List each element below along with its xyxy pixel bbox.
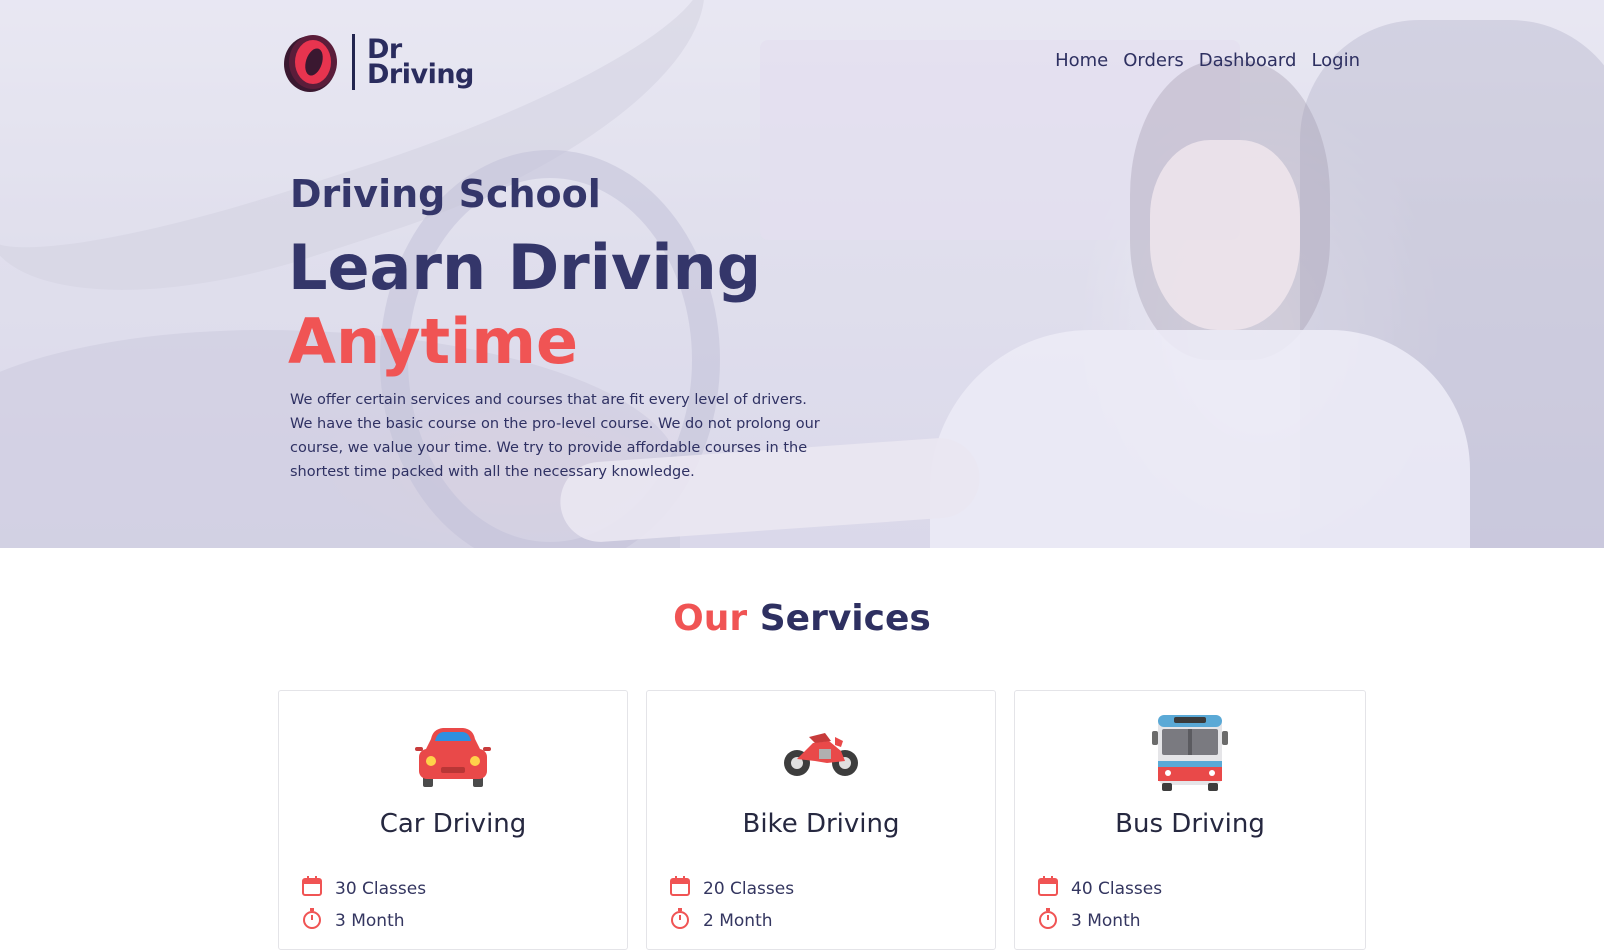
car-icon bbox=[411, 711, 495, 795]
service-classes-text: 20 Classes bbox=[703, 878, 795, 899]
service-duration-text: 2 Month bbox=[703, 910, 773, 931]
service-card-title: Bike Driving bbox=[742, 809, 900, 839]
service-classes-text: 40 Classes bbox=[1071, 878, 1163, 899]
calendar-icon bbox=[1037, 875, 1059, 902]
logo-divider bbox=[352, 34, 355, 90]
service-duration: 3 Month bbox=[301, 907, 405, 934]
hero-section: Dr Driving Home Orders Dashboard Login D… bbox=[0, 0, 1604, 548]
services-heading: Our Services bbox=[0, 598, 1604, 639]
brand-line-2: Driving bbox=[367, 59, 474, 90]
main-nav: Home Orders Dashboard Login bbox=[1055, 50, 1360, 71]
stopwatch-icon bbox=[1037, 907, 1059, 934]
nav-orders[interactable]: Orders bbox=[1123, 50, 1184, 71]
nav-dashboard[interactable]: Dashboard bbox=[1199, 50, 1297, 71]
service-duration-text: 3 Month bbox=[335, 910, 405, 931]
service-classes: 30 Classes bbox=[301, 875, 426, 902]
service-card-title: Car Driving bbox=[379, 809, 527, 839]
service-classes: 40 Classes bbox=[1037, 875, 1162, 902]
brand-name: Dr Driving bbox=[367, 36, 474, 90]
service-card-car[interactable]: Car Driving 30 Classes 3 Month bbox=[278, 690, 628, 950]
services-heading-rest: Services bbox=[759, 598, 931, 639]
services-cards: Car Driving 30 Classes 3 Month Bike Driv… bbox=[278, 690, 1366, 950]
service-classes-text: 30 Classes bbox=[335, 878, 427, 899]
nav-home[interactable]: Home bbox=[1055, 50, 1108, 71]
hero-subtitle: Driving School bbox=[290, 172, 601, 216]
stopwatch-icon bbox=[669, 907, 691, 934]
service-card-title: Bus Driving bbox=[1115, 809, 1265, 839]
hero-title: Learn Driving bbox=[288, 231, 762, 304]
service-duration: 3 Month bbox=[1037, 907, 1141, 934]
service-card-bus[interactable]: Bus Driving 40 Classes 3 Month bbox=[1014, 690, 1366, 950]
service-duration-text: 3 Month bbox=[1071, 910, 1141, 931]
calendar-icon bbox=[669, 875, 691, 902]
motorcycle-icon bbox=[779, 711, 863, 795]
service-card-bike[interactable]: Bike Driving 20 Classes 2 Month bbox=[646, 690, 996, 950]
service-duration: 2 Month bbox=[669, 907, 773, 934]
tire-logo-icon bbox=[282, 32, 338, 92]
stopwatch-icon bbox=[301, 907, 323, 934]
brand-logo[interactable]: Dr Driving bbox=[282, 32, 474, 92]
nav-login[interactable]: Login bbox=[1311, 50, 1360, 71]
bus-icon bbox=[1148, 711, 1232, 795]
services-heading-accent: Our bbox=[673, 598, 748, 639]
hero-accent-title: Anytime bbox=[288, 305, 579, 378]
service-classes: 20 Classes bbox=[669, 875, 794, 902]
hero-description: We offer certain services and courses th… bbox=[290, 392, 820, 480]
calendar-icon bbox=[301, 875, 323, 902]
